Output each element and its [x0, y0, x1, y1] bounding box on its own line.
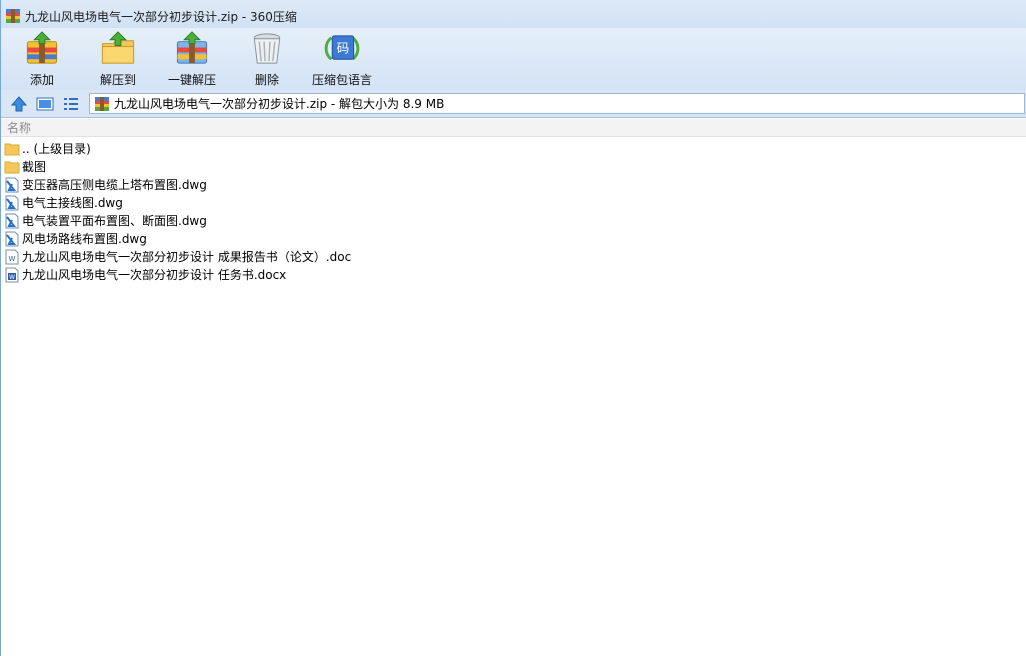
one-click-extract-icon — [176, 31, 208, 64]
list-item[interactable]: 截图 — [1, 158, 1026, 176]
extract-to-icon — [101, 31, 135, 64]
dwg-file-icon — [5, 213, 19, 229]
list-item[interactable]: 变压器高压侧电缆上塔布置图.dwg — [1, 176, 1026, 194]
dwg-file-icon — [5, 195, 19, 211]
thumbnail-view-icon[interactable] — [36, 95, 54, 113]
list-item[interactable]: W 九龙山风电场电气一次部分初步设计 任务书.docx — [1, 266, 1026, 284]
file-name: 电气主接线图.dwg — [22, 196, 123, 210]
folder-icon — [4, 161, 20, 174]
dwg-file-icon — [5, 177, 19, 193]
file-name: 电气装置平面布置图、断面图.dwg — [22, 214, 207, 228]
archive-language-label: 压缩包语言 — [311, 73, 372, 87]
folder-icon — [4, 143, 20, 156]
address-bar[interactable]: 九龙山风电场电气一次部分初步设计.zip - 解包大小为 8.9 MB — [89, 93, 1025, 114]
up-arrow-icon[interactable] — [10, 95, 28, 113]
extract-to-button[interactable]: 解压到 — [97, 30, 139, 88]
add-button[interactable]: 添加 — [21, 30, 63, 88]
column-header-name[interactable]: 名称 — [1, 119, 1026, 137]
list-view-icon[interactable] — [62, 95, 80, 113]
list-item[interactable]: 风电场路线布置图.dwg — [1, 230, 1026, 248]
file-name: 变压器高压侧电缆上塔布置图.dwg — [22, 178, 207, 192]
delete-trash-icon — [253, 33, 281, 64]
one-click-extract-button[interactable]: 一键解压 — [167, 30, 217, 88]
svg-text:W: W — [9, 274, 15, 281]
delete-button[interactable]: 删除 — [247, 30, 287, 88]
add-button-label: 添加 — [29, 73, 54, 87]
archive-language-icon: 码 — [324, 35, 360, 61]
delete-label: 删除 — [254, 73, 279, 87]
list-item[interactable]: 电气主接线图.dwg — [1, 194, 1026, 212]
address-row: 九龙山风电场电气一次部分初步设计.zip - 解包大小为 8.9 MB — [1, 90, 1026, 118]
file-name: 九龙山风电场电气一次部分初步设计 任务书.docx — [22, 268, 287, 282]
file-name: 九龙山风电场电气一次部分初步设计 成果报告书（论文）.doc — [22, 250, 352, 264]
word-doc-icon: W — [5, 249, 19, 265]
file-list: .. (上级目录) 截图 变压器高压侧电缆上塔布置图.dwg 电气主接线图.dw… — [1, 140, 1026, 284]
archive-file-icon — [95, 96, 109, 111]
address-text: 九龙山风电场电气一次部分初步设计.zip - 解包大小为 8.9 MB — [114, 97, 445, 111]
list-item[interactable]: 电气装置平面布置图、断面图.dwg — [1, 212, 1026, 230]
extract-to-label: 解压到 — [99, 73, 136, 87]
archive-app-icon — [6, 9, 20, 23]
app-window: 九龙山风电场电气一次部分初步设计.zip - 360压缩 添加 解压到 一键解压… — [0, 0, 1026, 656]
add-archive-icon — [26, 31, 58, 64]
dwg-file-icon — [5, 231, 19, 247]
language-badge-text: 码 — [337, 40, 350, 55]
toolbar: 添加 解压到 一键解压 删除 码 压缩包语言 — [1, 28, 1026, 90]
svg-text:W: W — [9, 255, 16, 263]
file-name: 截图 — [22, 160, 47, 174]
list-item[interactable]: W 九龙山风电场电气一次部分初步设计 成果报告书（论文）.doc — [1, 248, 1026, 266]
word-docx-icon: W — [5, 267, 19, 283]
list-item-parent-directory[interactable]: .. (上级目录) — [1, 140, 1026, 158]
archive-language-button[interactable]: 码 压缩包语言 — [311, 30, 373, 88]
file-name: .. (上级目录) — [22, 142, 91, 156]
window-title: 九龙山风电场电气一次部分初步设计.zip - 360压缩 — [25, 9, 297, 24]
file-name: 风电场路线布置图.dwg — [22, 232, 147, 246]
one-click-extract-label: 一键解压 — [167, 73, 216, 87]
